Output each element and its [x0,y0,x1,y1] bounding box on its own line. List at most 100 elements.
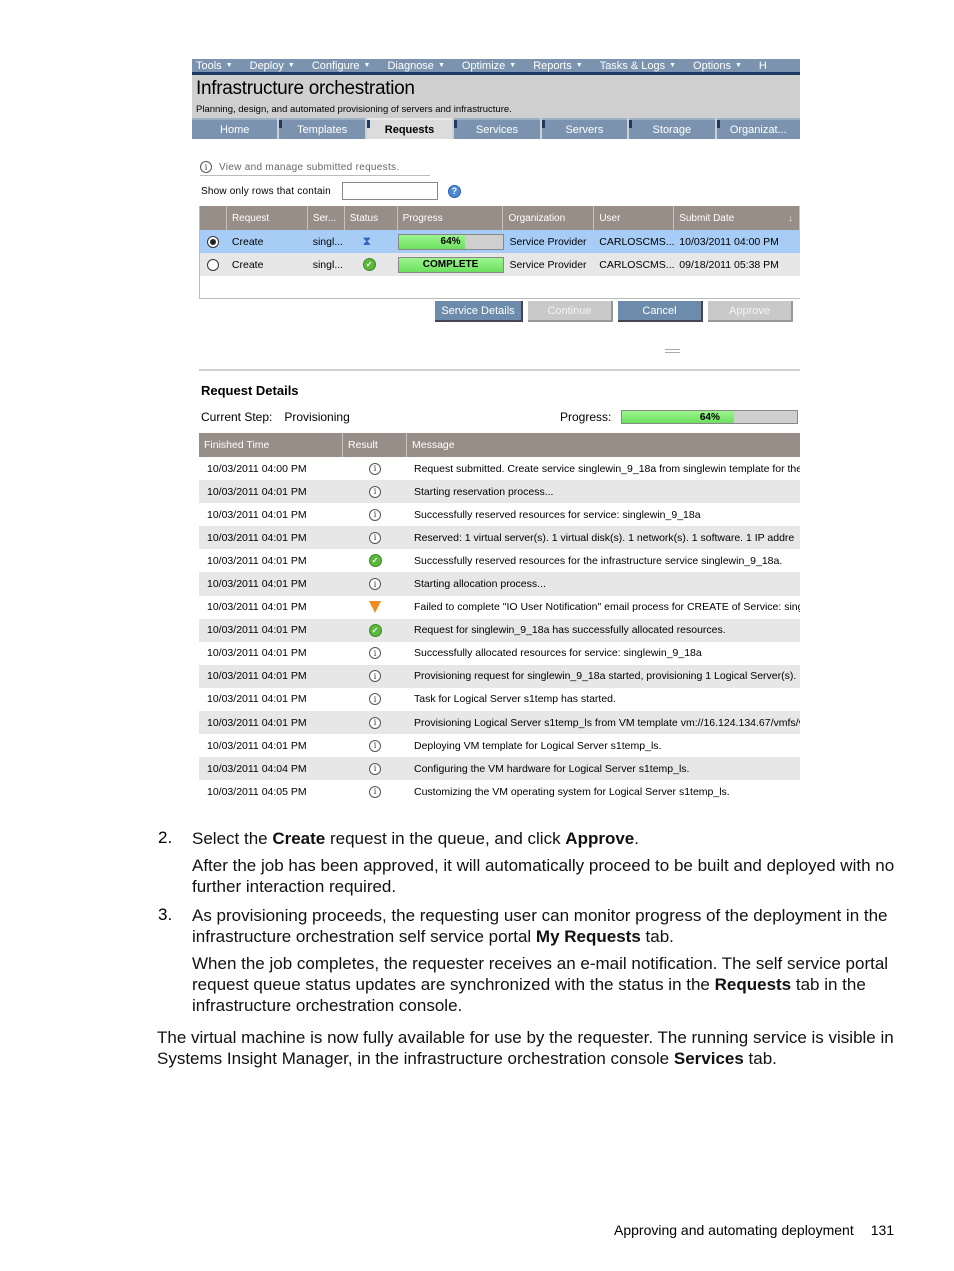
ui-term: Requests [714,975,792,994]
filter-input[interactable] [341,182,438,200]
page-title: Infrastructure orchestration [196,78,415,99]
result-cell: ✓ [343,549,407,572]
page-number: 131 [870,1222,895,1238]
column-result[interactable]: Result [343,433,407,457]
menu-label: Tools [196,59,222,72]
message-cell: Failed to complete "IO User Notification… [414,601,800,614]
tab-storage[interactable]: Storage [629,118,715,139]
submit-date-cell: 10/03/2011 04:00 PM [679,235,779,248]
column-user[interactable]: User [594,206,675,230]
row-radio[interactable] [207,235,220,248]
log-row: 10/03/2011 04:01 PM i Starting allocation … [199,572,800,596]
text: . [634,829,639,848]
page-subtitle: Planning, design, and automated provisio… [196,104,512,115]
result-cell: i [343,642,407,665]
tab-requests[interactable]: Requests [366,118,453,139]
column-label: Progress [402,212,443,224]
organization-cell: Service Provider [509,258,587,271]
column-progress[interactable]: Progress [398,206,504,230]
column-finished-time[interactable]: Finished Time [199,433,343,457]
info-banner: i View and manage submitted requests. [200,159,430,176]
menu-label: Tasks & Logs [599,59,666,72]
status-cell: ✓ [345,253,398,276]
message-cell: Request submitted. Create service single… [414,462,800,475]
chevron-down-icon: ▼ [437,62,445,69]
service-details-button[interactable]: Service Details [435,301,523,322]
chevron-down-icon: ▼ [669,62,677,69]
current-step: Current Step: Provisioning [201,410,350,424]
menu-h[interactable]: H [755,60,771,72]
log-row: 10/03/2011 04:01 PM i Starting reservation… [199,480,800,504]
result-cell: i [343,480,407,503]
column-message[interactable]: Message [407,433,800,457]
step-number: 2. [158,828,173,847]
requests-table: Request Ser... Status Progress Organization U… [199,206,800,299]
row-radio[interactable] [207,258,220,271]
row-filter: Show only rows that contain ? [201,182,461,200]
row-progress-bar: 64% [397,233,504,250]
tab-services[interactable]: Services [454,118,540,139]
table-row[interactable]: Create singl... ✓ COMPLETE Service Provider C… [200,253,800,276]
info-icon: i [369,670,381,683]
menu-options[interactable]: Options ▼ [689,60,746,72]
column-label: User [599,212,621,224]
log-row: 10/03/2011 04:01 PM i Reserved: 1 virtual … [199,526,800,550]
submit-date-cell: 09/18/2011 05:38 PM [679,258,779,271]
column-organization[interactable]: Organization [503,206,595,230]
status-cell: ⧗ [345,230,398,253]
menu-configure[interactable]: Configure ▼ [308,60,375,72]
chevron-down-icon: ▼ [225,62,233,69]
menu-label: Optimize [461,59,506,72]
continue-button[interactable]: Continue [528,301,613,322]
request-cell: Create [231,235,264,248]
message-cell: Starting allocation process... [414,578,546,591]
tab-organizat[interactable]: Organizat... [716,118,800,139]
result-cell: i [343,780,407,803]
menu-reports[interactable]: Reports ▼ [529,60,586,72]
info-text: View and manage submitted requests. [219,161,400,173]
menu-deploy[interactable]: Deploy ▼ [246,60,299,72]
result-cell: i [343,734,407,757]
info-icon: i [200,161,212,173]
menu-label: Options [693,59,731,72]
tab-bar: Home Templates Requests Services Servers Stor… [192,118,800,139]
column-request[interactable]: Request [227,206,308,230]
pane-splitter-handle[interactable] [665,349,680,353]
request-cell: Create [231,258,264,271]
service-cell: singl... [312,235,344,248]
info-icon: i [369,508,381,521]
approve-button[interactable]: Approve [708,301,793,322]
chevron-down-icon: ▼ [363,62,371,69]
message-cell: Successfully reserved resources for the … [414,554,783,567]
tab-home[interactable]: Home [192,118,278,139]
menu-diagnose[interactable]: Diagnose ▼ [383,60,448,72]
tab-templates[interactable]: Templates [279,118,365,139]
finished-time-cell: 10/03/2011 04:01 PM [207,531,307,544]
finished-time-cell: 10/03/2011 04:01 PM [207,716,307,729]
info-icon: i [369,785,381,798]
help-icon[interactable]: ? [447,184,461,198]
row-progress-text: 64% [440,236,461,247]
column-ser[interactable]: Ser... [308,206,345,230]
message-cell: Provisioning Logical Server s1temp_ls fr… [414,716,800,729]
step-3-paragraph: When the job completes, the requester re… [192,953,897,1016]
column-status[interactable]: Status [345,206,398,230]
select-cell [200,230,227,253]
request-details-title: Request Details [201,383,299,398]
sort-arrow-icon[interactable]: ↓ [788,213,793,224]
menu-tools[interactable]: Tools ▼ [192,60,237,72]
column-label: Ser... [312,212,337,224]
menu-label: Diagnose [387,59,434,72]
row-progress-text: COMPLETE [422,259,479,270]
info-icon: i [369,578,381,591]
tab-servers[interactable]: Servers [541,118,628,139]
cancel-button[interactable]: Cancel [618,301,703,322]
menu-optimize[interactable]: Optimize ▼ [458,60,520,72]
menu-tasks-logs[interactable]: Tasks & Logs ▼ [596,60,680,72]
column-submit-date[interactable]: Submit Date ↓ [674,206,800,230]
step-number: 3. [158,905,173,924]
result-cell: i [343,688,407,711]
page-banner: Infrastructure orchestration Planning, d… [192,75,800,118]
finished-time-cell: 10/03/2011 04:01 PM [207,508,307,521]
table-row[interactable]: Create singl... ⧗ 64% Service Provider CARLOS… [200,230,800,253]
